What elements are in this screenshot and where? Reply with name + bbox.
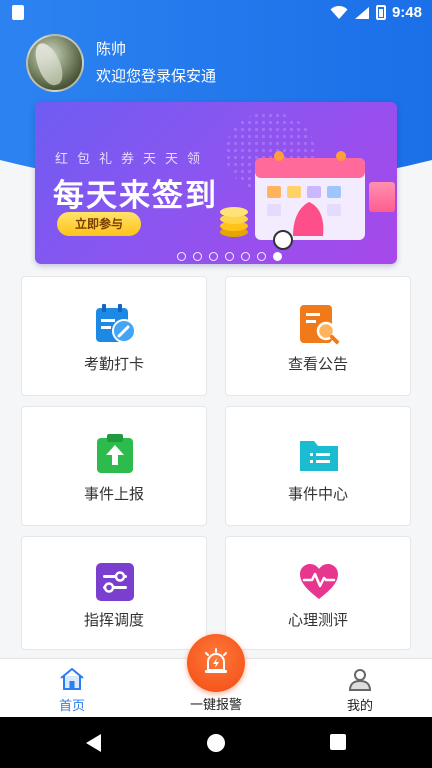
heart-pulse-icon: [300, 564, 338, 599]
dispatch-card[interactable]: 指挥调度: [21, 536, 207, 650]
pager-dot[interactable]: [209, 252, 218, 261]
banner-pager: [177, 252, 282, 261]
user-profile[interactable]: 陈帅 欢迎您登录保安通: [26, 34, 216, 92]
status-bar: 9:48: [0, 0, 432, 26]
user-icon: [348, 669, 372, 691]
tab-mine-label: 我的: [346, 699, 373, 714]
pager-dot[interactable]: [257, 252, 266, 261]
home-circle-icon[interactable]: [207, 734, 225, 752]
attendance-card[interactable]: 考勤打卡: [21, 276, 207, 396]
join-now-button[interactable]: 立即参与: [57, 212, 141, 236]
coins-icon: [220, 207, 248, 237]
welcome-text: 欢迎您登录保安通: [96, 67, 217, 85]
notice-card[interactable]: 查看公告: [225, 276, 411, 396]
promo-banner[interactable]: 红包礼券天天领 每天来签到 立即参与: [35, 102, 397, 264]
report-label: 事件上报: [83, 485, 144, 503]
system-nav-bar: [0, 717, 432, 768]
one-key-alarm-button[interactable]: [187, 634, 245, 692]
upload-report-icon: [97, 434, 133, 473]
tab-home[interactable]: 首页: [22, 659, 122, 718]
status-time: 9:48: [391, 4, 422, 21]
one-key-alarm-label: 一键报警: [189, 698, 242, 713]
psych-test-label: 心理测评: [287, 611, 348, 629]
calendar-illustration-icon: [255, 151, 365, 240]
user-name: 陈帅: [96, 40, 127, 58]
event-center-card[interactable]: 事件中心: [225, 406, 411, 526]
siren-icon: [205, 648, 227, 673]
pager-dot[interactable]: [193, 252, 202, 261]
banner-title: 每天来签到: [53, 178, 218, 214]
wifi-icon: [330, 5, 348, 19]
dispatch-sliders-icon: [96, 563, 134, 601]
gift-icon: [369, 182, 395, 212]
banner-subtitle: 红包礼券天天领: [55, 152, 210, 167]
tab-home-label: 首页: [58, 699, 85, 714]
notice-search-icon: [300, 305, 340, 345]
signal-icon: [354, 6, 369, 19]
back-icon[interactable]: [86, 734, 101, 752]
avatar[interactable]: [26, 34, 84, 92]
attendance-icon: [96, 304, 136, 343]
attendance-label: 考勤打卡: [83, 355, 144, 373]
event-center-label: 事件中心: [287, 485, 348, 503]
recent-apps-icon[interactable]: [330, 734, 346, 750]
football-icon: [273, 230, 293, 250]
battery-icon: [375, 5, 386, 20]
notice-label: 查看公告: [287, 355, 348, 373]
psych-test-card[interactable]: 心理测评: [225, 536, 411, 650]
pager-dot[interactable]: [241, 252, 250, 261]
sim-card-icon: [12, 5, 24, 20]
pager-dot[interactable]: [225, 252, 234, 261]
dispatch-label: 指挥调度: [83, 611, 144, 629]
home-icon: [60, 668, 84, 690]
tab-mine[interactable]: 我的: [310, 659, 410, 718]
pager-dot-active[interactable]: [273, 252, 282, 261]
report-card[interactable]: 事件上报: [21, 406, 207, 526]
event-folder-icon: [300, 441, 338, 471]
pager-dot[interactable]: [177, 252, 186, 261]
